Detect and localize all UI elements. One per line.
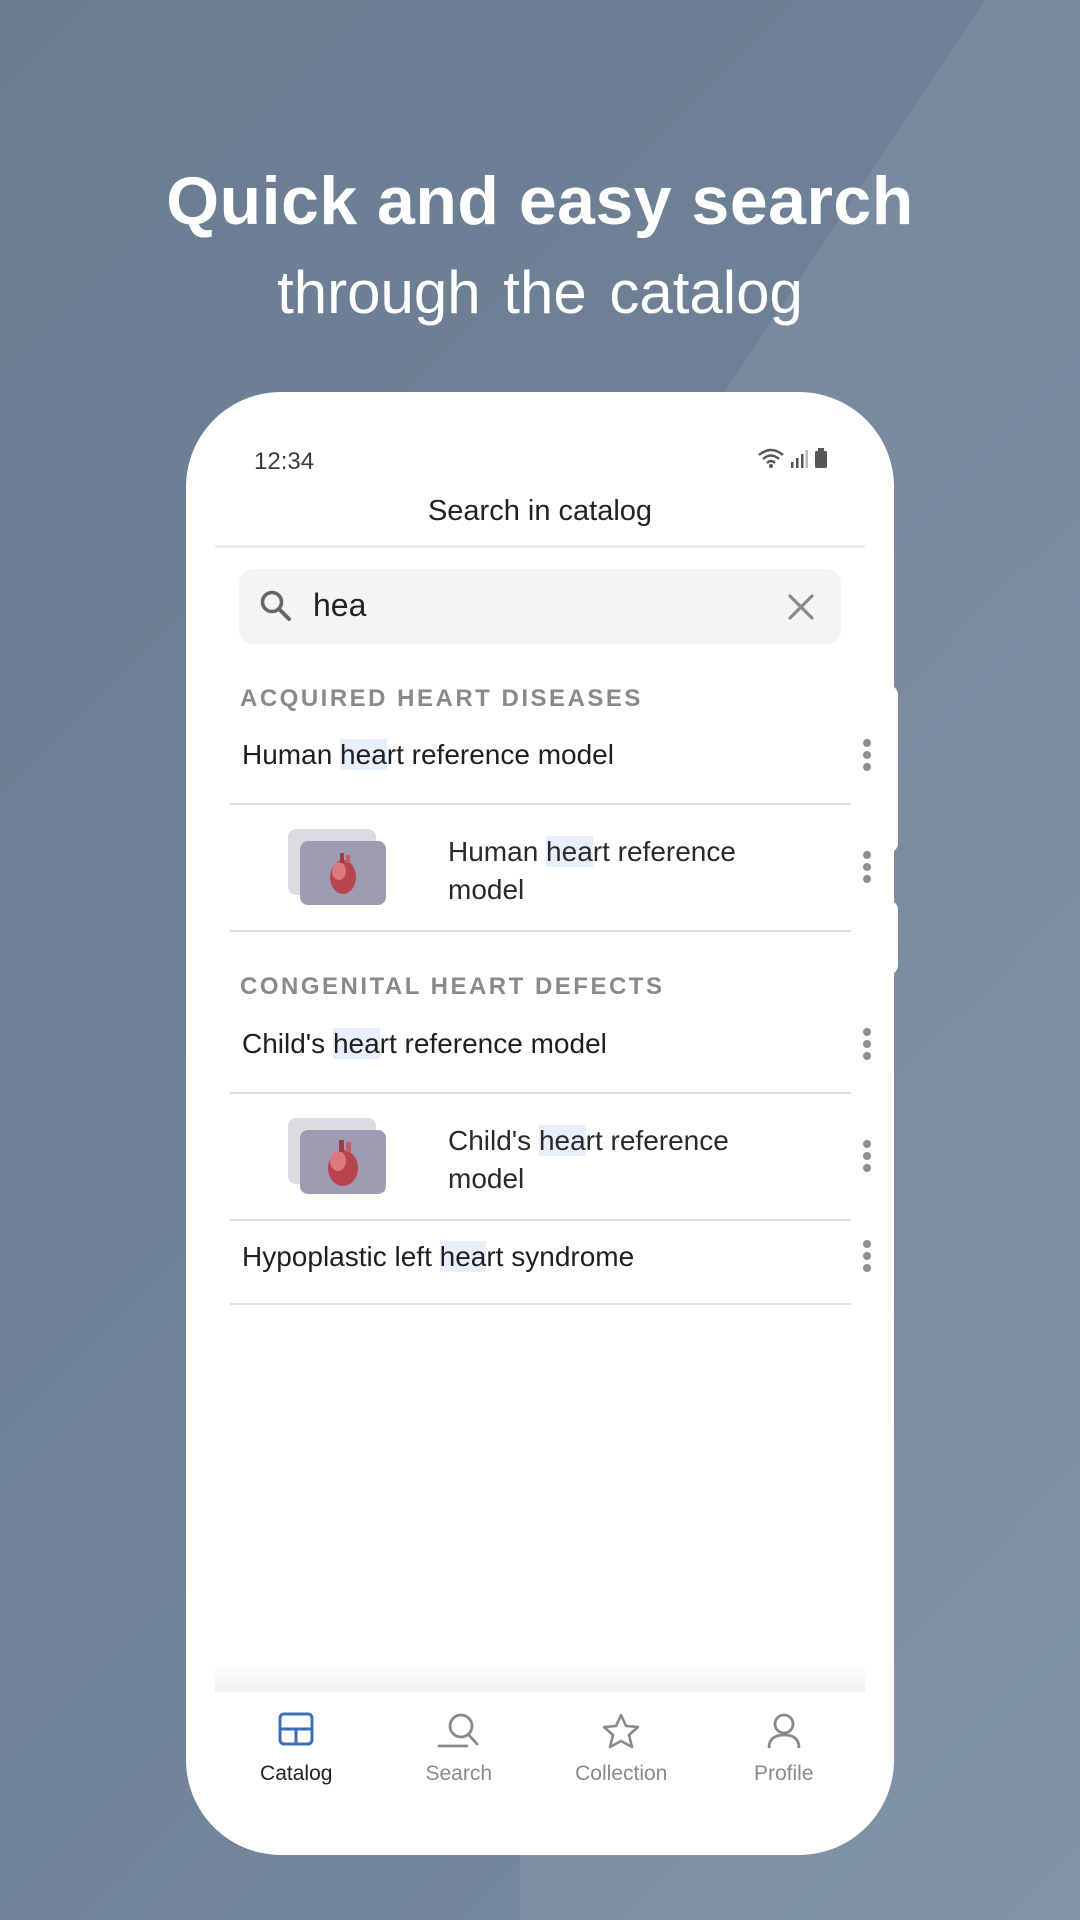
search-icon <box>260 590 291 621</box>
row-divider <box>230 1219 851 1221</box>
more-options-icon[interactable] <box>863 1028 873 1064</box>
battery-icon <box>815 448 827 468</box>
topbar-divider <box>215 545 865 548</box>
more-options-icon[interactable] <box>863 851 873 887</box>
section-header-congenital: CONGENITAL HEART DEFECTS <box>240 973 665 1000</box>
list-item-human-heart-model[interactable]: Human heart reference model <box>230 805 871 930</box>
row-divider <box>230 930 851 932</box>
star-icon <box>602 1713 640 1749</box>
heart-icon <box>328 1140 358 1186</box>
search-icon <box>437 1713 479 1748</box>
group-row-hypoplastic[interactable]: Hypoplastic left heart syndrome <box>230 1222 871 1302</box>
list-item-title: Child's heart reference model <box>448 1125 729 1194</box>
page-title: Search in catalog <box>427 495 653 527</box>
search-input[interactable]: hea <box>239 569 841 644</box>
profile-icon <box>767 1713 801 1749</box>
section-header-acquired: ACQUIRED HEART DISEASES <box>240 685 643 712</box>
group-title: Human heart reference model <box>242 739 614 770</box>
heart-model-thumbnail <box>300 1130 386 1194</box>
list-item-child-heart-model[interactable]: Child's heart reference model <box>230 1094 871 1219</box>
group-title: Child's heart reference model <box>242 1028 607 1059</box>
list-item-title: Human heart reference model <box>448 836 736 905</box>
promo-subline: through the catalog <box>277 259 803 326</box>
group-row-human-heart[interactable]: Human heart reference model <box>230 727 871 797</box>
row-divider <box>230 1303 851 1305</box>
more-options-icon[interactable] <box>863 1240 873 1276</box>
more-options-icon[interactable] <box>863 1140 873 1176</box>
more-options-icon[interactable] <box>863 739 873 775</box>
tab-catalog[interactable]: Catalog <box>215 1692 378 1792</box>
promo-headline: Quick and easy search <box>166 163 914 239</box>
group-title: Hypoplastic left heart syndrome <box>242 1241 635 1272</box>
heart-icon <box>330 853 356 894</box>
search-value[interactable]: hea <box>313 587 366 624</box>
heart-model-thumbnail <box>300 841 386 905</box>
bottom-tab-bar: Catalog Search Collection Profile <box>215 1692 865 1792</box>
catalog-icon <box>278 1712 314 1746</box>
tab-collection[interactable]: Collection <box>540 1692 703 1792</box>
status-time: 12:34 <box>254 448 315 475</box>
wifi-icon <box>758 448 784 468</box>
tab-profile[interactable]: Profile <box>703 1692 866 1792</box>
signal-icon <box>791 450 808 468</box>
status-icons <box>758 448 828 468</box>
group-row-child-heart[interactable]: Child's heart reference model <box>230 1016 871 1086</box>
tab-search[interactable]: Search <box>378 1692 541 1792</box>
close-icon[interactable] <box>787 593 815 621</box>
tabbar-shadow <box>215 1662 865 1692</box>
phone-screen: 12:34 Search in catalog hea ACQUIRED HEA… <box>186 392 894 1855</box>
